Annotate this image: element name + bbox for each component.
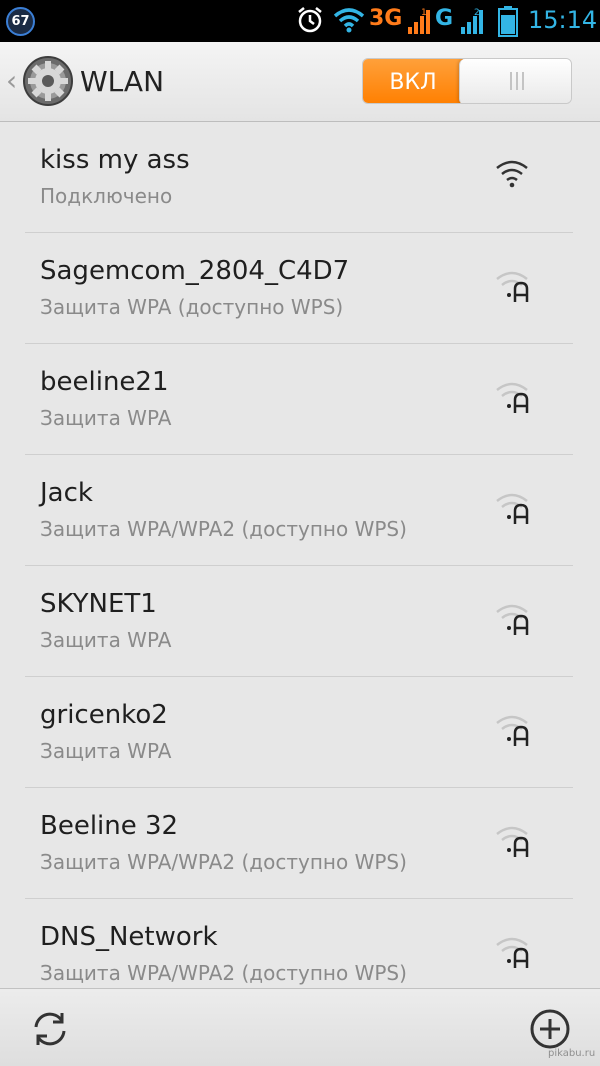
toggle-thumb[interactable]: [459, 59, 571, 103]
network-name: SKYNET1: [40, 589, 157, 619]
network-row-5[interactable]: gricenko2 Защита WPA: [25, 677, 573, 788]
network-row-1[interactable]: Sagemcom_2804_C4D7 Защита WPA (доступно …: [25, 233, 573, 344]
status-bar: 67 3G 1 G 2 15:14: [0, 0, 600, 42]
bottom-bar: [0, 988, 600, 1066]
network-status: Защита WPA: [40, 739, 172, 763]
alarm-icon: [298, 7, 322, 33]
network-name: gricenko2: [40, 700, 168, 730]
network-status: Защита WPA/WPA2 (доступно WPS): [40, 850, 407, 874]
network-3g-label: 3G: [369, 6, 403, 31]
wifi-lock-icon: [495, 380, 531, 418]
wifi-lock-icon: [495, 602, 531, 640]
network-row-0[interactable]: kiss my ass Подключено: [25, 122, 573, 233]
svg-text:2: 2: [474, 8, 480, 18]
wifi-lock-icon: [495, 824, 531, 862]
network-name: kiss my ass: [40, 145, 190, 175]
network-row-3[interactable]: Jack Защита WPA/WPA2 (доступно WPS): [25, 455, 573, 566]
watermark: pikabu.ru: [548, 1048, 596, 1059]
action-bar: ‹ WLAN ВКЛ: [0, 42, 600, 122]
wifi-lock-icon: [495, 713, 531, 751]
network-name: Beeline 32: [40, 811, 179, 841]
battery-icon: [498, 6, 518, 37]
page-title: WLAN: [80, 65, 165, 98]
network-list[interactable]: kiss my ass Подключено Sagemcom_2804_C4D…: [0, 122, 600, 988]
network-status: Подключено: [40, 184, 173, 208]
network-name: DNS_Network: [40, 922, 218, 952]
signal-icon-2: 2: [461, 8, 483, 34]
wlan-toggle-switch[interactable]: ВКЛ: [362, 58, 572, 104]
network-status: Защита WPA: [40, 406, 172, 430]
network-status: Защита WPA: [40, 628, 172, 652]
notification-badge[interactable]: 67: [6, 7, 35, 36]
back-chevron-icon[interactable]: ‹: [6, 64, 17, 98]
settings-gear-icon[interactable]: [22, 55, 74, 107]
svg-text:1: 1: [421, 8, 427, 18]
network-name: beeline21: [40, 367, 169, 397]
grip-icon: [508, 72, 526, 90]
add-icon[interactable]: [528, 1007, 572, 1051]
wifi-signal-icon: [495, 158, 531, 196]
network-row-6[interactable]: Beeline 32 Защита WPA/WPA2 (доступно WPS…: [25, 788, 573, 899]
network-g-label: G: [435, 6, 454, 31]
wifi-icon: [333, 8, 365, 33]
wifi-lock-icon: [495, 491, 531, 529]
network-status: Защита WPA/WPA2 (доступно WPS): [40, 517, 407, 541]
network-status: Защита WPA/WPA2 (доступно WPS): [40, 961, 407, 985]
signal-icon: 1: [408, 8, 430, 34]
toggle-on-label: ВКЛ: [363, 59, 463, 103]
refresh-icon[interactable]: [28, 1007, 72, 1051]
status-clock: 15:14: [528, 6, 598, 34]
network-status: Защита WPA (доступно WPS): [40, 295, 344, 319]
wifi-lock-icon: [495, 935, 531, 973]
network-row-4[interactable]: SKYNET1 Защита WPA: [25, 566, 573, 677]
network-row-7[interactable]: DNS_Network Защита WPA/WPA2 (доступно WP…: [25, 899, 573, 988]
network-row-2[interactable]: beeline21 Защита WPA: [25, 344, 573, 455]
wifi-lock-icon: [495, 269, 531, 307]
network-name: Jack: [40, 478, 93, 508]
network-name: Sagemcom_2804_C4D7: [40, 256, 350, 286]
